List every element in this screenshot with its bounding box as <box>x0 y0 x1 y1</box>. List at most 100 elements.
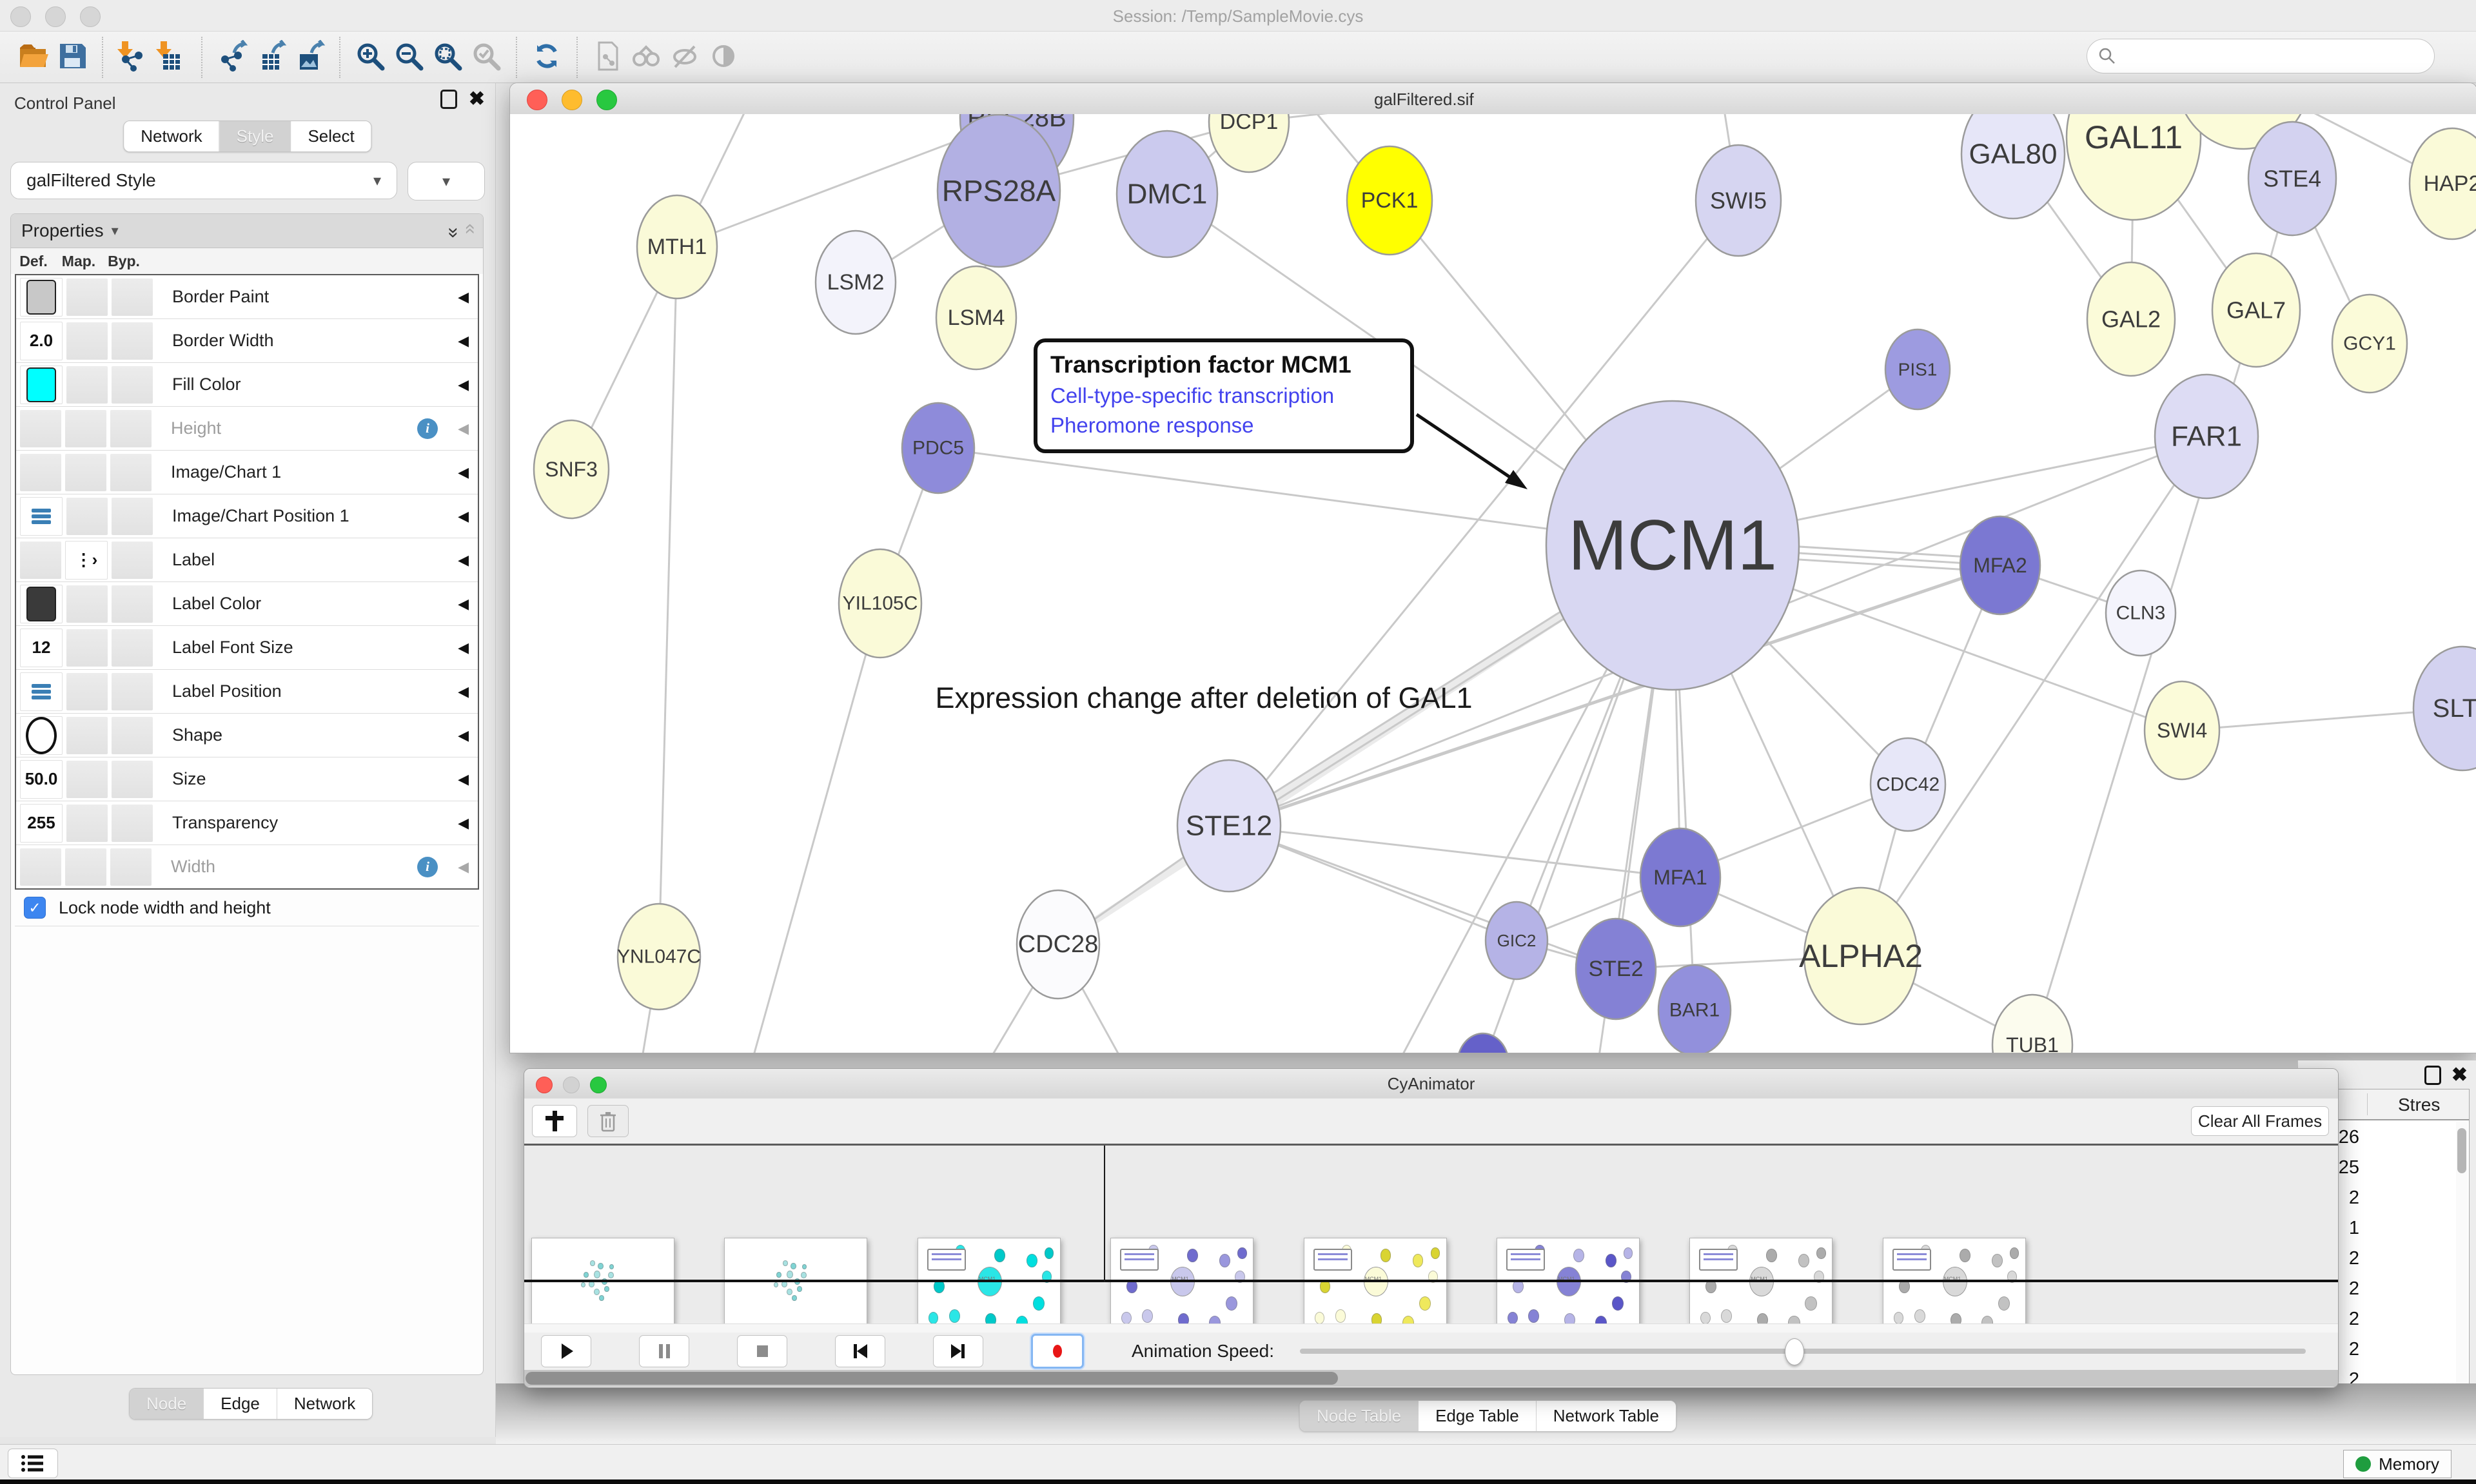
property-def-cell[interactable]: 2.0 <box>20 322 63 360</box>
node-swi5[interactable]: SWI5 <box>1696 145 1781 256</box>
frame-thumbnail-2[interactable] <box>724 1238 867 1334</box>
minimize-window-icon[interactable] <box>562 90 582 110</box>
node-hap2[interactable]: HAP2 <box>2410 128 2476 239</box>
property-row-label-position[interactable]: Label Position◀ <box>16 670 478 714</box>
expand-property-icon[interactable]: ◀ <box>458 727 469 744</box>
property-byp-cell[interactable] <box>110 410 152 447</box>
property-def-cell[interactable] <box>20 585 63 623</box>
property-map-cell[interactable] <box>66 322 108 360</box>
frame-thumbnail-7[interactable]: MCM1 <box>1689 1238 1832 1334</box>
annotation-box[interactable]: Transcription factor MCM1 Cell-type-spec… <box>1034 338 1414 453</box>
frame-thumbnail-5[interactable]: MCM1 <box>1304 1238 1447 1334</box>
property-row-height[interactable]: Heighti◀ <box>16 407 478 451</box>
close-panel-icon[interactable]: ✖ <box>469 90 485 109</box>
property-map-cell[interactable]: ⋮› <box>65 541 108 580</box>
node-tub1[interactable]: TUB1 <box>1992 995 2072 1053</box>
expand-property-icon[interactable]: ◀ <box>458 464 469 481</box>
expand-property-icon[interactable]: ◀ <box>458 333 469 349</box>
property-row-label[interactable]: ⋮›Label◀ <box>16 538 478 582</box>
property-row-transparency[interactable]: 255Transparency◀ <box>16 801 478 845</box>
network-window-titlebar[interactable]: galFiltered.sif <box>510 83 2476 115</box>
frame-thumbnail-6[interactable]: MCM1 <box>1497 1238 1640 1334</box>
node-ynl047c[interactable]: YNL047C <box>617 904 701 1010</box>
node-pis1[interactable]: PIS1 <box>1885 329 1950 409</box>
tab-edge[interactable]: Edge <box>204 1389 277 1419</box>
frame-thumbnail-4[interactable]: MCM1 <box>1110 1238 1253 1334</box>
timeline-scrollbar[interactable] <box>524 1370 2338 1387</box>
property-byp-cell[interactable] <box>112 673 153 710</box>
expand-property-icon[interactable]: ◀ <box>458 596 469 612</box>
tab-network-table[interactable]: Network Table <box>1537 1401 1676 1431</box>
property-row-size[interactable]: 50.0Size◀ <box>16 757 478 801</box>
next-frame-button[interactable] <box>933 1335 983 1367</box>
node-snf3[interactable]: SNF3 <box>534 420 609 518</box>
tab-network[interactable]: Network <box>277 1389 372 1419</box>
property-def-cell[interactable] <box>20 542 61 579</box>
clear-all-frames-button[interactable]: Clear All Frames <box>2191 1106 2329 1136</box>
import-network-button[interactable] <box>113 36 152 79</box>
property-map-cell[interactable] <box>65 410 106 447</box>
property-byp-cell[interactable] <box>112 498 153 535</box>
property-byp-cell[interactable] <box>110 848 152 886</box>
node-cln3[interactable]: CLN3 <box>2106 571 2176 656</box>
property-def-cell[interactable] <box>20 497 63 536</box>
property-byp-cell[interactable] <box>112 278 153 316</box>
property-def-cell[interactable] <box>20 278 63 317</box>
tab-network[interactable]: Network <box>124 121 219 151</box>
frame-thumbnail-1[interactable] <box>531 1238 674 1334</box>
import-table-button[interactable] <box>152 36 191 79</box>
node-gal80[interactable]: GAL80 <box>1961 114 2065 219</box>
expand-property-icon[interactable]: ◀ <box>458 420 469 437</box>
cyanimator-titlebar[interactable]: CyAnimator <box>524 1069 2338 1099</box>
tab-node[interactable]: Node <box>130 1389 204 1419</box>
node-gal2[interactable]: GAL2 <box>2087 262 2175 376</box>
tab-edge-table[interactable]: Edge Table <box>1419 1401 1537 1431</box>
previous-frame-button[interactable] <box>835 1335 885 1367</box>
table-column-stress[interactable]: Stres <box>2398 1095 2440 1115</box>
style-selector[interactable]: galFiltered Style ▾ <box>10 162 397 199</box>
node-mcm1[interactable]: MCM1 <box>1546 401 1799 690</box>
expand-property-icon[interactable]: ◀ <box>458 508 469 525</box>
property-row-border-width[interactable]: 2.0Border Width◀ <box>16 319 478 363</box>
node-lsm4[interactable]: LSM4 <box>936 266 1016 369</box>
node-gic2[interactable]: GIC2 <box>1486 902 1548 979</box>
node-dmc1[interactable]: DMC1 <box>1117 131 1217 257</box>
frame-thumbnail-3[interactable]: MCM1 <box>918 1238 1061 1334</box>
slider-thumb[interactable] <box>1785 1338 1804 1365</box>
node-lsm2[interactable]: LSM2 <box>816 231 896 334</box>
tab-node-table[interactable]: Node Table <box>1300 1401 1419 1431</box>
maximize-window-icon[interactable] <box>596 90 617 110</box>
property-byp-cell[interactable] <box>112 542 153 579</box>
property-def-cell[interactable] <box>20 672 63 711</box>
property-map-cell[interactable] <box>66 366 108 404</box>
search-input[interactable] <box>2117 46 2416 67</box>
property-map-cell[interactable] <box>66 585 108 623</box>
node-dcp1[interactable]: DCP1 <box>1209 114 1289 172</box>
node-alpha2[interactable]: ALPHA2 <box>1799 888 1923 1024</box>
property-byp-cell[interactable] <box>112 761 153 798</box>
property-byp-cell[interactable] <box>112 366 153 404</box>
lock-node-size-checkbox[interactable]: ✓ <box>24 897 46 919</box>
play-button[interactable] <box>541 1335 591 1367</box>
expand-property-icon[interactable]: ◀ <box>458 376 469 393</box>
timeline-playhead[interactable] <box>1104 1146 1105 1282</box>
close-window-icon[interactable] <box>527 90 547 110</box>
property-row-fill-color[interactable]: Fill Color◀ <box>16 363 478 407</box>
stop-button[interactable] <box>737 1335 787 1367</box>
node-pdc5[interactable]: PDC5 <box>902 403 974 493</box>
node-gal7[interactable]: GAL7 <box>2212 253 2300 367</box>
property-byp-cell[interactable] <box>112 717 153 754</box>
node-bar1[interactable]: BAR1 <box>1658 965 1731 1053</box>
zoom-out-button[interactable] <box>389 36 428 79</box>
property-row-label-color[interactable]: Label Color◀ <box>16 582 478 626</box>
property-byp-cell[interactable] <box>112 585 153 623</box>
property-row-image-chart-1[interactable]: Image/Chart 1◀ <box>16 451 478 494</box>
save-session-button[interactable] <box>53 36 92 79</box>
node-yil105c[interactable]: YIL105C <box>839 549 921 658</box>
property-map-cell[interactable] <box>66 673 108 710</box>
memory-button[interactable]: Memory <box>2343 1450 2451 1478</box>
search-box[interactable] <box>2087 39 2435 73</box>
annotation-link[interactable]: Pheromone response <box>1050 413 1397 438</box>
export-table-button[interactable] <box>251 36 290 79</box>
property-def-cell[interactable] <box>20 454 61 491</box>
